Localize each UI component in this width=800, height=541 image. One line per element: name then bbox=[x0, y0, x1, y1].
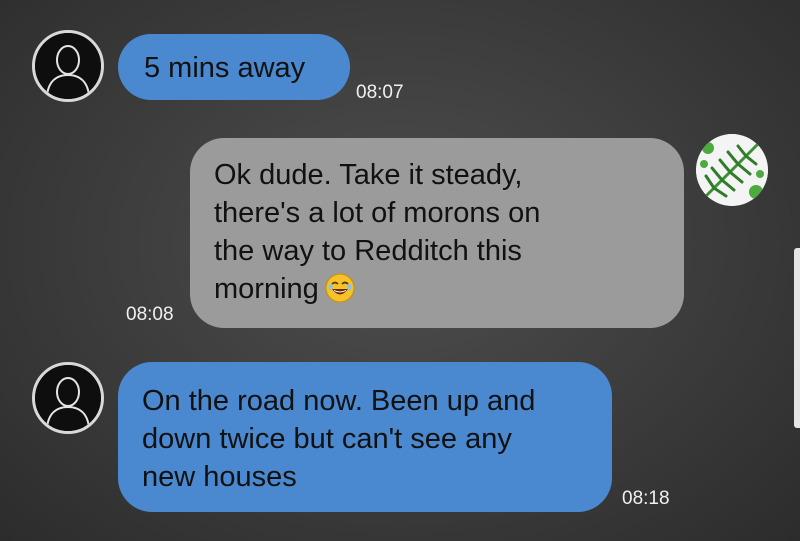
message-bubble-incoming[interactable]: Ok dude. Take it steady, there's a lot o… bbox=[190, 138, 684, 328]
message-text-line: down twice but can't see any bbox=[142, 423, 512, 455]
scrollbar[interactable] bbox=[794, 248, 800, 428]
message-text-line: new houses bbox=[142, 461, 297, 493]
default-user-icon[interactable] bbox=[32, 362, 104, 434]
message-timestamp: 08:18 bbox=[622, 488, 670, 509]
chat-thread: 5 mins away 08:07 Ok dude. Take it stead… bbox=[0, 0, 800, 541]
message-text-line: morning bbox=[214, 270, 660, 308]
message-bubble-outgoing[interactable]: 5 mins away bbox=[118, 34, 350, 100]
message-text-line: Ok dude. Take it steady, bbox=[214, 159, 523, 191]
message-text-line: there's a lot of morons on bbox=[214, 197, 541, 229]
message-text: morning bbox=[214, 273, 319, 305]
message-text-line: On the road now. Been up and bbox=[142, 385, 536, 417]
message-timestamp: 08:07 bbox=[356, 82, 404, 103]
message-timestamp: 08:08 bbox=[126, 304, 174, 325]
fern-avatar-icon[interactable] bbox=[696, 134, 768, 206]
laughing-emoji-icon bbox=[325, 273, 355, 303]
message-text-line: the way to Redditch this bbox=[214, 235, 522, 267]
default-user-icon[interactable] bbox=[32, 30, 104, 102]
message-bubble-outgoing[interactable]: On the road now. Been up and down twice … bbox=[118, 362, 612, 512]
message-text: 5 mins away bbox=[144, 52, 306, 84]
